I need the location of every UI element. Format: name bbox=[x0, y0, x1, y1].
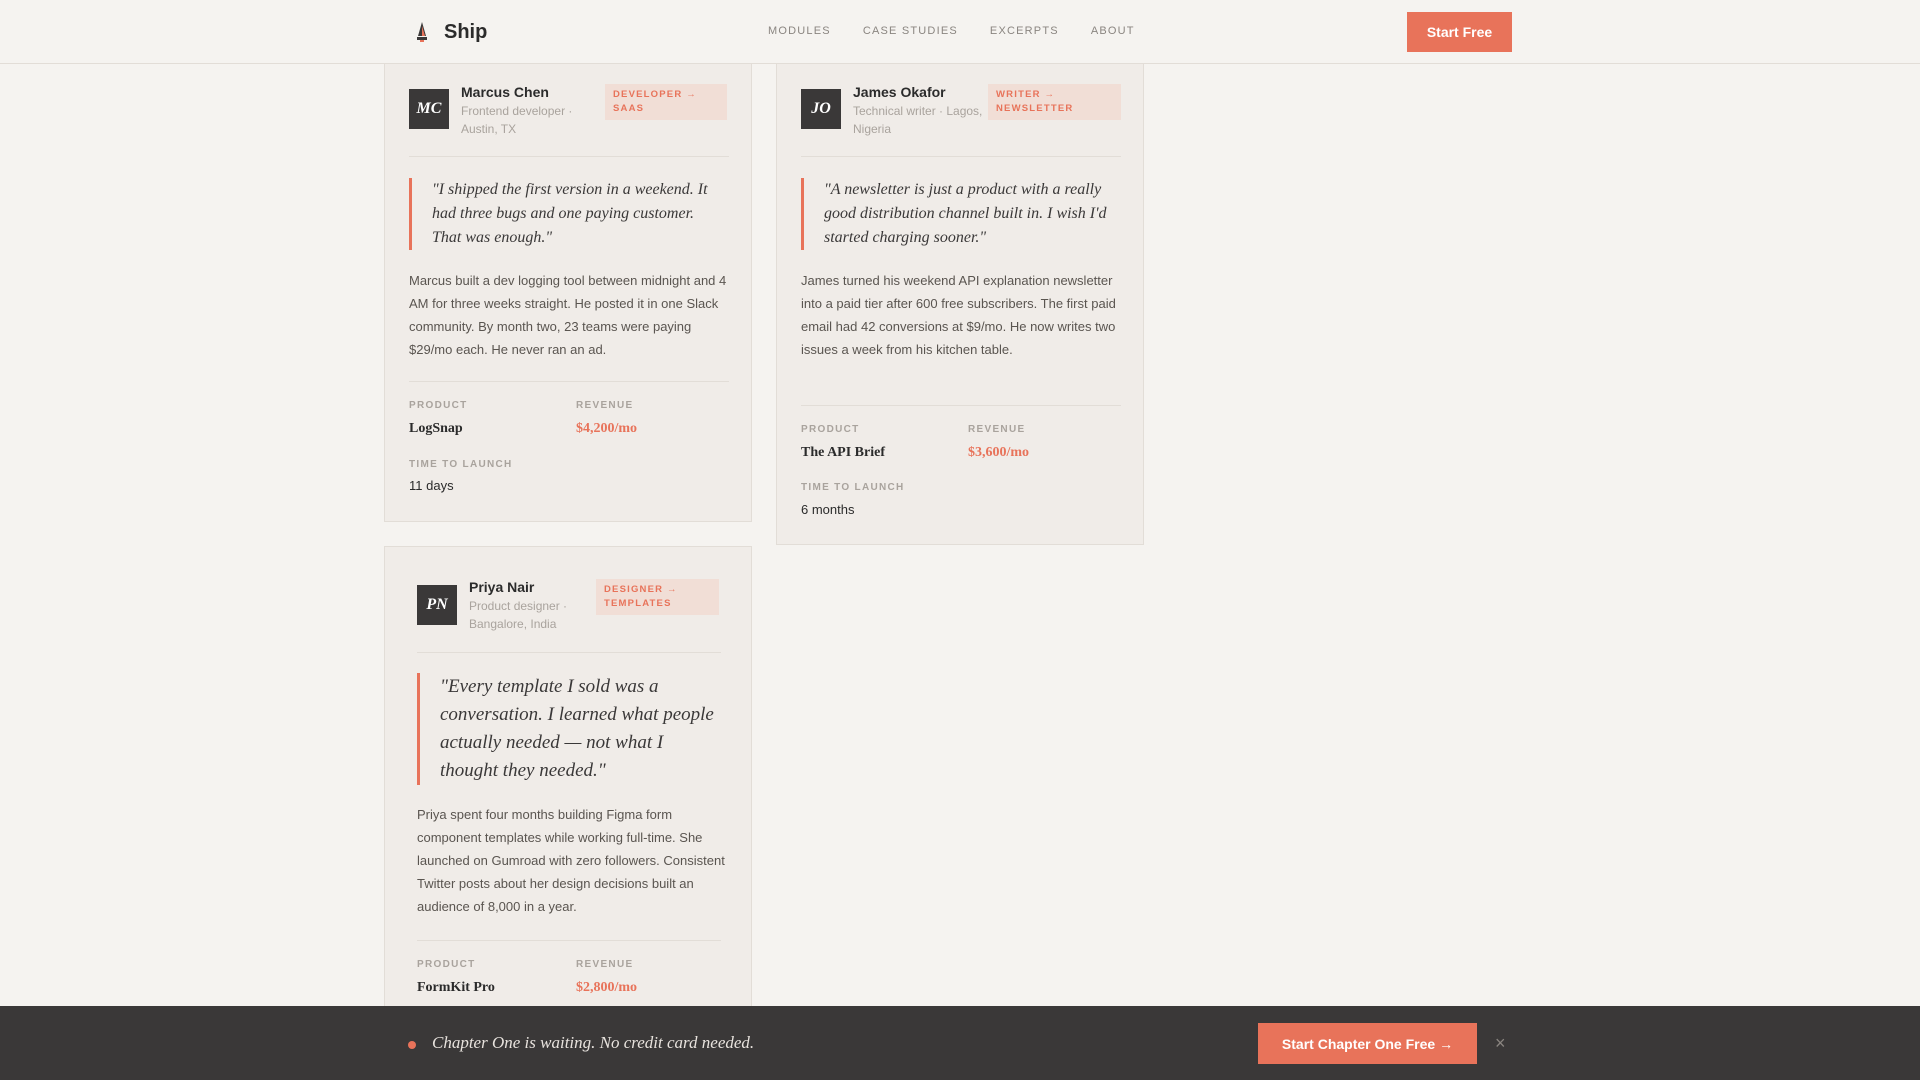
divider bbox=[417, 940, 721, 941]
nav-about[interactable]: ABOUT bbox=[1091, 25, 1135, 37]
banner-message: Chapter One is waiting. No credit card n… bbox=[432, 1033, 755, 1052]
product-name: The API Brief bbox=[801, 445, 885, 460]
site-header: Ship MODULES CASE STUDIES EXCERPTS ABOUT… bbox=[0, 0, 1920, 64]
case-study-body: James turned his weekend API explanation… bbox=[801, 273, 1116, 357]
revenue-label: REVENUE bbox=[576, 959, 634, 970]
revenue-value: $2,800/mo bbox=[576, 980, 638, 995]
case-study-body: Priya spent four months building Figma f… bbox=[417, 807, 725, 914]
category-tag: DESIGNER → TEMPLATES bbox=[596, 579, 719, 615]
revenue-label: REVENUE bbox=[576, 400, 634, 411]
close-icon[interactable]: × bbox=[1495, 1033, 1506, 1054]
avatar: PN bbox=[417, 585, 457, 625]
testimonial-quote: "Every template I sold was a conversatio… bbox=[417, 673, 719, 785]
person-role: Product designer · Bangalore, India bbox=[469, 599, 568, 631]
start-chapter-one-button[interactable]: Start Chapter One Free → bbox=[1258, 1023, 1477, 1064]
divider bbox=[417, 652, 721, 653]
divider bbox=[409, 156, 729, 157]
category-tag: DEVELOPER → SAAS bbox=[605, 84, 727, 120]
case-study-card-james: JO James Okafor Technical writer · Lagos… bbox=[776, 52, 1144, 545]
brand-name: Ship bbox=[444, 20, 488, 43]
case-study-card-priya: PN Priya Nair Product designer · Bangalor… bbox=[384, 546, 752, 1016]
product-label: PRODUCT bbox=[417, 959, 476, 970]
status-dot-icon bbox=[408, 1041, 416, 1049]
person-name: Marcus Chen bbox=[461, 84, 549, 100]
case-study-card-marcus: MC Marcus Chen Frontend developer · Austi… bbox=[384, 52, 752, 522]
avatar: JO bbox=[801, 89, 841, 129]
ship-logo-icon bbox=[417, 22, 427, 42]
testimonial-quote: "I shipped the first version in a weeken… bbox=[409, 178, 719, 250]
person-role: Frontend developer · Austin, TX bbox=[461, 104, 573, 136]
avatar: MC bbox=[409, 89, 449, 129]
category-tag: WRITER → NEWSLETTER bbox=[988, 84, 1121, 120]
time-to-launch-label: TIME TO LAUNCH bbox=[409, 459, 513, 470]
time-to-launch-value: 6 months bbox=[801, 502, 855, 517]
time-to-launch-label: TIME TO LAUNCH bbox=[801, 482, 905, 493]
revenue-value: $4,200/mo bbox=[576, 421, 638, 436]
product-name: LogSnap bbox=[409, 421, 463, 436]
main-nav: MODULES CASE STUDIES EXCERPTS ABOUT bbox=[768, 25, 1167, 37]
brand-logo[interactable]: Ship bbox=[412, 20, 487, 44]
product-name: FormKit Pro bbox=[417, 980, 495, 995]
divider bbox=[801, 156, 1121, 157]
start-free-button[interactable]: Start Free bbox=[1407, 12, 1512, 52]
product-label: PRODUCT bbox=[409, 400, 468, 411]
product-label: PRODUCT bbox=[801, 424, 860, 435]
case-study-body: Marcus built a dev logging tool between … bbox=[409, 273, 727, 357]
sticky-cta-banner bbox=[0, 1006, 1920, 1080]
revenue-value: $3,600/mo bbox=[968, 445, 1030, 460]
time-to-launch-value: 11 days bbox=[409, 478, 454, 493]
person-name: James Okafor bbox=[853, 84, 946, 100]
nav-case-studies[interactable]: CASE STUDIES bbox=[863, 25, 958, 37]
divider bbox=[409, 381, 729, 382]
revenue-label: REVENUE bbox=[968, 424, 1026, 435]
nav-modules[interactable]: MODULES bbox=[768, 25, 831, 37]
divider bbox=[801, 405, 1121, 406]
person-role: Technical writer · Lagos, Nigeria bbox=[853, 104, 983, 136]
nav-excerpts[interactable]: EXCERPTS bbox=[990, 25, 1059, 37]
person-name: Priya Nair bbox=[469, 579, 535, 595]
testimonial-quote: "A newsletter is just a product with a r… bbox=[801, 178, 1111, 250]
